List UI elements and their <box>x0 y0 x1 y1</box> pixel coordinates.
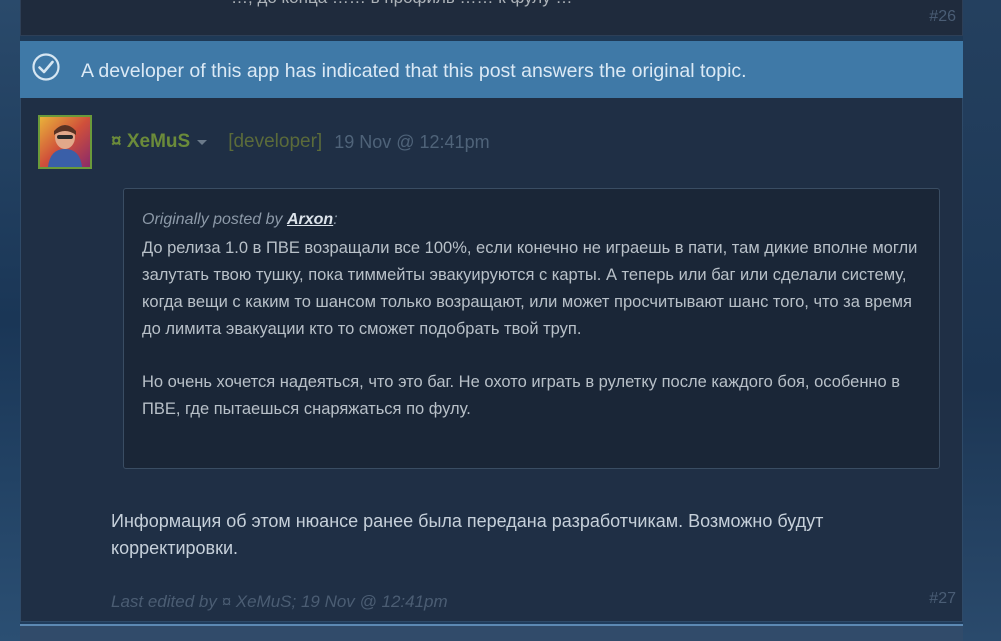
previous-post: …, до конца …… в профиль …… к фулу … #26 <box>20 0 963 36</box>
avatar[interactable] <box>38 115 92 169</box>
author-row: ¤ XeMuS [developer] 19 Nov @ 12:41pm <box>111 131 490 153</box>
post-number[interactable]: #27 <box>929 590 956 608</box>
chevron-down-icon[interactable] <box>196 136 208 148</box>
author-name[interactable]: ¤ XeMuS <box>111 131 190 153</box>
quote-suffix: : <box>333 211 338 228</box>
quote-prefix: Originally posted by <box>142 211 287 228</box>
previous-post-number[interactable]: #26 <box>929 8 956 26</box>
answer-banner-text: A developer of this app has indicated th… <box>81 60 747 82</box>
post-timestamp: 19 Nov @ 12:41pm <box>334 131 490 152</box>
developer-tag: [developer] <box>228 131 323 152</box>
quote-paragraph-1: До релиза 1.0 в ПВЕ возращали все 100%, … <box>142 239 918 338</box>
reply-text: Информация об этом нюансе ранее была пер… <box>111 511 824 558</box>
check-circle-icon <box>32 53 60 81</box>
quote-header: Originally posted by Arxon: <box>142 211 921 229</box>
quote-author-link[interactable]: Arxon <box>287 211 333 228</box>
background-right <box>963 0 1001 641</box>
next-post <box>20 624 963 641</box>
background-left <box>0 0 20 641</box>
quote-paragraph-2: Но очень хочется надеяться, что это баг.… <box>142 373 901 418</box>
last-edited-note: Last edited by ¤ XeMuS; 19 Nov @ 12:41pm <box>111 592 448 611</box>
quote-block: Originally posted by Arxon: До релиза 1.… <box>123 188 940 469</box>
forum-post: ¤ XeMuS [developer] 19 Nov @ 12:41pm Ori… <box>20 98 963 622</box>
answer-banner: A developer of this app has indicated th… <box>20 41 963 98</box>
previous-post-text: …, до конца …… в профиль …… к фулу … <box>231 0 572 8</box>
avatar-image <box>40 117 90 167</box>
